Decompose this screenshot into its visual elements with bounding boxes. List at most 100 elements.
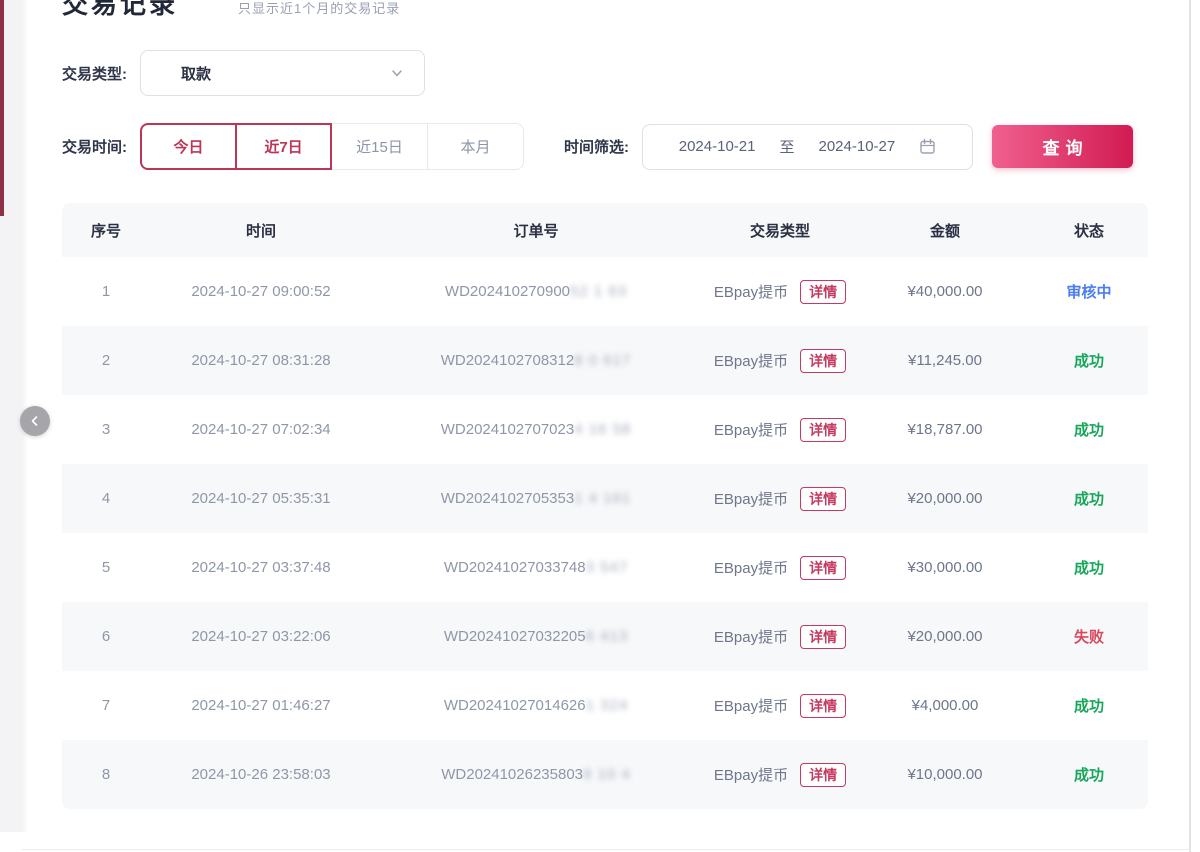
order-censored-part: 52 1 63 xyxy=(570,283,627,300)
quick-range-4[interactable]: 本月 xyxy=(427,123,524,170)
transaction-type-text: EBpay提币 xyxy=(714,557,788,578)
row-time: 2024-10-27 03:37:48 xyxy=(150,559,372,576)
detail-button[interactable]: 详情 xyxy=(800,349,846,373)
row-status: 成功 xyxy=(1030,350,1148,371)
transaction-time-label: 交易时间: xyxy=(62,136,127,157)
detail-button[interactable]: 详情 xyxy=(800,556,846,580)
row-transaction-type: EBpay提币 详情 xyxy=(700,694,860,718)
transaction-type-select[interactable]: 取款 xyxy=(140,50,425,96)
row-time: 2024-10-27 05:35:31 xyxy=(150,490,372,507)
row-time: 2024-10-27 07:02:34 xyxy=(150,421,372,438)
quick-range-group: 今日近7日近15日本月 xyxy=(140,123,524,170)
row-order-number: WD20241027053531 4 161 xyxy=(372,490,700,507)
quick-range-1[interactable]: 今日 xyxy=(140,123,237,170)
row-amount: ¥40,000.00 xyxy=(860,283,1030,300)
row-index: 2 xyxy=(62,352,150,369)
collapse-panel-button[interactable] xyxy=(20,406,50,436)
table-header-row: 序号时间订单号交易类型金额状态 xyxy=(62,203,1148,257)
row-transaction-type: EBpay提币 详情 xyxy=(700,625,860,649)
transaction-type-text: EBpay提币 xyxy=(714,488,788,509)
left-accent-bar xyxy=(0,0,4,216)
date-from-value[interactable]: 2024-10-21 xyxy=(679,138,756,155)
detail-button[interactable]: 详情 xyxy=(800,694,846,718)
table-row: 6 2024-10-27 03:22:06 WD202410270322056 … xyxy=(62,602,1148,671)
page-title: 交易记录 xyxy=(62,0,178,21)
row-transaction-type: EBpay提币 详情 xyxy=(700,763,860,787)
row-order-number: WD202410270337483 547 xyxy=(372,559,700,576)
table-header-cell: 状态 xyxy=(1030,220,1148,241)
row-index: 6 xyxy=(62,628,150,645)
order-visible-part: WD20241027033748 xyxy=(444,559,586,576)
transaction-type-text: EBpay提币 xyxy=(714,626,788,647)
date-to-value[interactable]: 2024-10-27 xyxy=(819,138,896,155)
table-row: 3 2024-10-27 07:02:34 WD20241027070234 1… xyxy=(62,395,1148,464)
table-body: 1 2024-10-27 09:00:52 WD20241027090052 1… xyxy=(62,257,1148,809)
row-index: 1 xyxy=(62,283,150,300)
detail-button[interactable]: 详情 xyxy=(800,280,846,304)
table-header-cell: 时间 xyxy=(150,220,372,241)
table-header-cell: 订单号 xyxy=(372,220,700,241)
transaction-type-label: 交易类型: xyxy=(62,63,127,84)
row-amount: ¥20,000.00 xyxy=(860,490,1030,507)
row-order-number: WD20241027090052 1 63 xyxy=(372,283,700,300)
row-amount: ¥20,000.00 xyxy=(860,628,1030,645)
transaction-type-filter-row: 交易类型: 取款 xyxy=(62,50,1190,96)
row-index: 3 xyxy=(62,421,150,438)
order-visible-part: WD20241027014626 xyxy=(444,697,586,714)
panel-bottom-border xyxy=(22,849,1189,850)
row-index: 7 xyxy=(62,697,150,714)
calendar-icon[interactable] xyxy=(919,138,936,155)
row-amount: ¥4,000.00 xyxy=(860,697,1030,714)
row-time: 2024-10-27 03:22:06 xyxy=(150,628,372,645)
query-button[interactable]: 查询 xyxy=(992,125,1133,168)
quick-range-2[interactable]: 近7日 xyxy=(235,123,332,170)
table-header-cell: 金额 xyxy=(860,220,1030,241)
order-censored-part: 6 413 xyxy=(586,628,629,645)
table-row: 1 2024-10-27 09:00:52 WD20241027090052 1… xyxy=(62,257,1148,326)
order-visible-part: WD2024102708312 xyxy=(441,352,574,369)
row-order-number: WD202410270146261 324 xyxy=(372,697,700,714)
page-subtitle: 只显示近1个月的交易记录 xyxy=(238,0,400,17)
chevron-down-icon xyxy=(390,66,404,80)
detail-button[interactable]: 详情 xyxy=(800,487,846,511)
order-visible-part: WD2024102707023 xyxy=(441,421,574,438)
detail-button[interactable]: 详情 xyxy=(800,418,846,442)
row-status: 审核中 xyxy=(1030,281,1148,302)
row-time: 2024-10-26 23:58:03 xyxy=(150,766,372,783)
date-range-separator: 至 xyxy=(779,136,794,157)
time-filter-label: 时间筛选: xyxy=(564,136,629,157)
row-order-number: WD20241027083128 0 617 xyxy=(372,352,700,369)
quick-range-3[interactable]: 近15日 xyxy=(331,123,428,170)
transaction-type-text: EBpay提币 xyxy=(714,350,788,371)
table-row: 2 2024-10-27 08:31:28 WD20241027083128 0… xyxy=(62,326,1148,395)
row-transaction-type: EBpay提币 详情 xyxy=(700,418,860,442)
row-order-number: WD202410270322056 413 xyxy=(372,628,700,645)
transaction-type-value: 取款 xyxy=(181,63,211,84)
order-visible-part: WD20241027032205 xyxy=(444,628,586,645)
transactions-table: 序号时间订单号交易类型金额状态 1 2024-10-27 09:00:52 WD… xyxy=(62,203,1148,809)
date-range-picker[interactable]: 2024-10-21 至 2024-10-27 xyxy=(642,124,973,170)
order-censored-part: 1 324 xyxy=(586,697,629,714)
transaction-type-text: EBpay提币 xyxy=(714,419,788,440)
row-time: 2024-10-27 01:46:27 xyxy=(150,697,372,714)
table-row: 5 2024-10-27 03:37:48 WD202410270337483 … xyxy=(62,533,1148,602)
order-censored-part: 1 4 161 xyxy=(574,490,631,507)
row-transaction-type: EBpay提币 详情 xyxy=(700,487,860,511)
row-status: 成功 xyxy=(1030,764,1148,785)
order-censored-part: 3 547 xyxy=(586,559,629,576)
table-row: 4 2024-10-27 05:35:31 WD20241027053531 4… xyxy=(62,464,1148,533)
row-amount: ¥30,000.00 xyxy=(860,559,1030,576)
row-status: 成功 xyxy=(1030,695,1148,716)
detail-button[interactable]: 详情 xyxy=(800,763,846,787)
table-header-cell: 交易类型 xyxy=(700,220,860,241)
transaction-type-text: EBpay提币 xyxy=(714,695,788,716)
row-index: 4 xyxy=(62,490,150,507)
row-status: 成功 xyxy=(1030,557,1148,578)
detail-button[interactable]: 详情 xyxy=(800,625,846,649)
order-visible-part: WD20241026235803 xyxy=(441,766,583,783)
row-transaction-type: EBpay提币 详情 xyxy=(700,349,860,373)
order-visible-part: WD2024102705353 xyxy=(441,490,574,507)
row-order-number: WD20241027070234 16 58 xyxy=(372,421,700,438)
row-status: 失败 xyxy=(1030,626,1148,647)
row-status: 成功 xyxy=(1030,488,1148,509)
